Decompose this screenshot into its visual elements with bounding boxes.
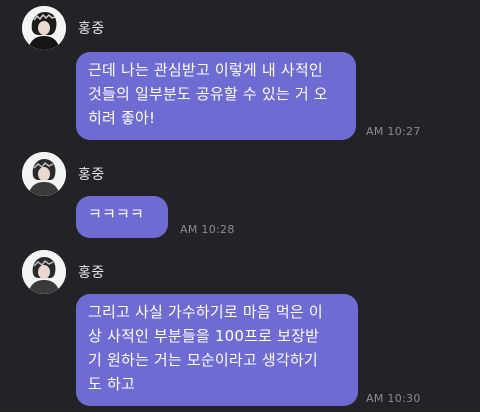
message-timestamp: AM 10:28 (180, 223, 235, 236)
sender-name: 홍중 (78, 265, 105, 281)
sender-name: 홍중 (78, 167, 105, 183)
profile-photo-icon (22, 250, 66, 294)
avatar[interactable] (22, 250, 66, 294)
message-bubble[interactable]: ㅋㅋㅋㅋ (76, 196, 168, 238)
avatar[interactable] (22, 6, 66, 50)
sender-name: 홍중 (78, 21, 105, 37)
message-timestamp: AM 10:30 (366, 392, 421, 405)
chat-thread: 홍중 근데 나는 관심받고 이렇게 내 사적인 것들의 일부분도 공유할 수 있… (0, 0, 480, 412)
profile-photo-icon (22, 6, 66, 50)
message-bubble[interactable]: 근데 나는 관심받고 이렇게 내 사적인 것들의 일부분도 공유할 수 있는 거… (76, 52, 356, 140)
avatar[interactable] (22, 152, 66, 196)
message-timestamp: AM 10:27 (366, 125, 421, 138)
message-bubble[interactable]: 그리고 사실 가수하기로 마음 먹은 이 상 사적인 부분들을 100프로 보장… (76, 294, 358, 406)
profile-photo-icon (22, 152, 66, 196)
